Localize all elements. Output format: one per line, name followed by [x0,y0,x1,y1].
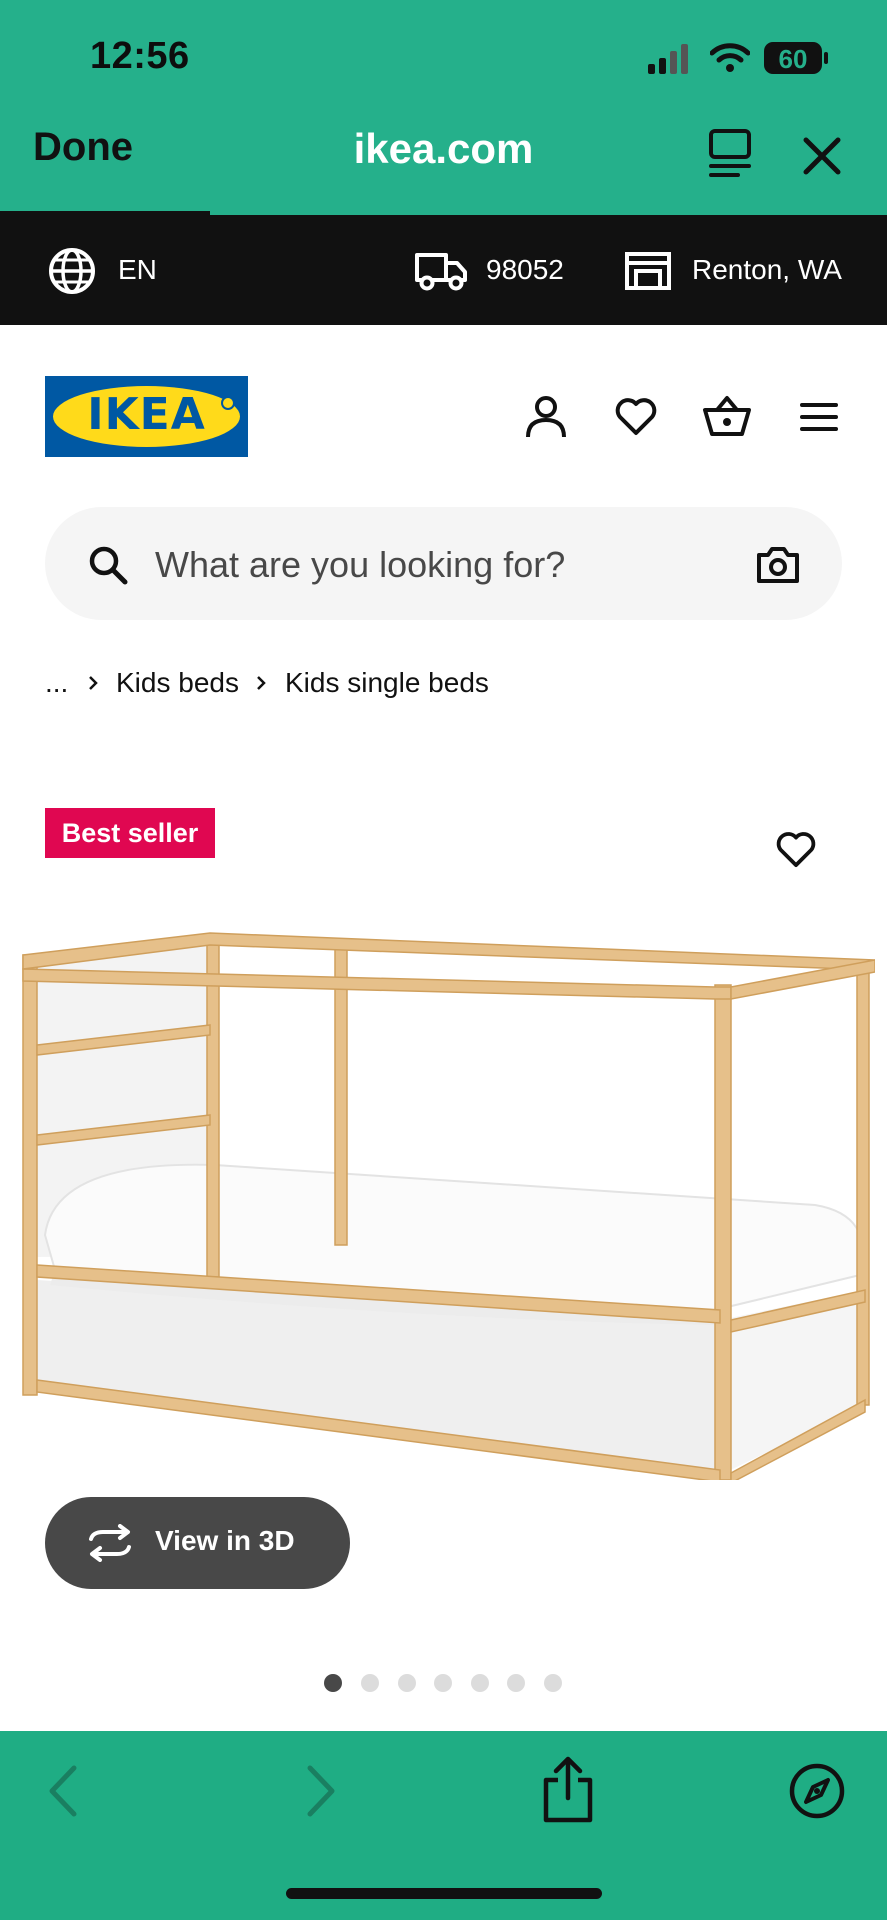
url-title[interactable]: ikea.com [0,125,887,173]
logo-text: IKEA [87,389,206,440]
breadcrumb-kids-single-beds[interactable]: Kids single beds [285,667,489,699]
rotate-3d-icon [89,1524,131,1562]
cellular-signal-icon [648,44,688,74]
ikea-logo[interactable]: IKEA [45,376,248,457]
favorites-icon[interactable] [614,396,658,436]
compass-icon[interactable] [788,1762,846,1820]
carousel-dot-5[interactable] [471,1674,489,1692]
logo-registered-mark [221,396,235,410]
battery-level: 60 [778,44,808,74]
chevron-right-icon [257,676,266,690]
reader-mode-icon[interactable] [708,128,752,178]
view-in-3d-label: View in 3D [155,1525,295,1556]
camera-search-icon[interactable] [756,545,800,585]
account-icon[interactable] [524,395,568,439]
globe-icon[interactable] [48,247,96,295]
breadcrumb-kids-beds[interactable]: Kids beds [116,667,239,699]
best-seller-badge: Best seller [45,808,215,858]
view-in-3d-button[interactable]: View in 3D [45,1497,350,1589]
breadcrumb-ellipsis[interactable]: ... [45,667,68,699]
zip-code[interactable]: 98052 [486,254,564,286]
menu-icon[interactable] [800,402,838,432]
clock: 12:56 [90,35,190,77]
store-icon[interactable] [624,251,672,291]
search-icon [89,546,128,585]
carousel-dot-3[interactable] [398,1674,416,1692]
forward-icon[interactable] [304,1764,338,1818]
carousel-dot-4[interactable] [434,1674,452,1692]
delivery-truck-icon[interactable] [414,250,468,292]
chevron-right-icon [89,676,98,690]
search-placeholder[interactable]: What are you looking for? [155,544,565,586]
battery-tip [824,52,828,64]
share-icon[interactable] [540,1756,596,1824]
carousel-dot-7[interactable] [544,1674,562,1692]
product-image-bed[interactable] [15,925,875,1480]
carousel-dot-2[interactable] [361,1674,379,1692]
wifi-icon [710,43,750,72]
battery-icon: 60 [764,42,822,74]
back-icon[interactable] [46,1764,80,1818]
store-location[interactable]: Renton, WA [692,254,842,286]
close-icon[interactable] [802,136,842,176]
language-label[interactable]: EN [118,254,157,286]
home-indicator [286,1888,602,1899]
add-to-favorites-icon[interactable] [775,830,817,868]
carousel-dot-1[interactable] [324,1674,342,1692]
carousel-dot-6[interactable] [507,1674,525,1692]
shopping-bag-icon[interactable] [702,394,752,438]
